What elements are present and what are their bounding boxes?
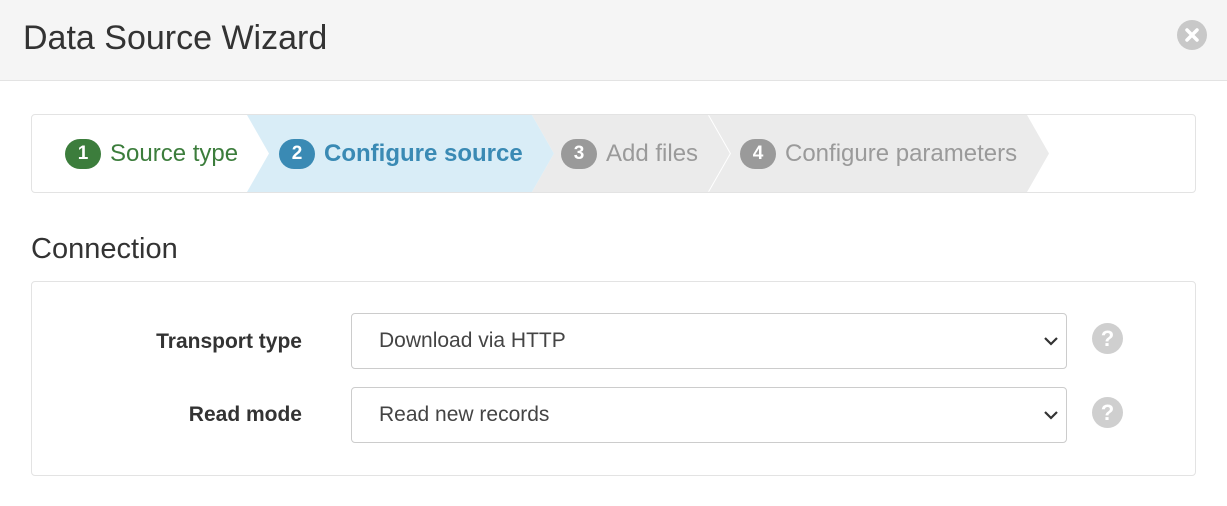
dialog-title: Data Source Wizard (23, 19, 328, 57)
transport-type-value: Download via HTTP (379, 329, 566, 352)
step-label: Configure parameters (785, 139, 1018, 167)
step-configure-source[interactable]: 2 Configure source (279, 115, 523, 192)
chevron-down-icon (1044, 337, 1058, 346)
step-label: Source type (110, 139, 239, 167)
connection-heading: Connection (31, 233, 178, 265)
read-mode-select[interactable]: Read new records (351, 387, 1067, 443)
read-mode-label: Read mode (188, 403, 302, 426)
step-number-badge: 2 (279, 138, 315, 169)
chevron-down-icon (1044, 411, 1058, 420)
close-button[interactable] (1177, 20, 1207, 50)
step-label: Add files (606, 139, 699, 167)
wizard-steps: 1 Source type 2 Configure source 3 Add f… (31, 114, 1196, 193)
close-icon (1185, 28, 1199, 42)
transport-type-label: Transport type (156, 330, 302, 353)
dialog-header: Data Source Wizard (0, 0, 1227, 81)
step-configure-parameters[interactable]: 4 Configure parameters (740, 115, 1017, 192)
transport-type-select[interactable]: Download via HTTP (351, 313, 1067, 369)
step-number-badge: 4 (740, 138, 776, 169)
step-number-badge: 1 (65, 138, 101, 169)
step-label: Configure source (324, 139, 523, 167)
transport-type-help-icon[interactable]: ? (1092, 323, 1123, 354)
read-mode-value: Read new records (379, 403, 550, 426)
step-source-type[interactable]: 1 Source type (65, 115, 238, 192)
read-mode-help-icon[interactable]: ? (1092, 397, 1123, 428)
step-add-files[interactable]: 3 Add files (561, 115, 698, 192)
step-number-badge: 3 (561, 138, 597, 169)
connection-panel: Transport type Download via HTTP ? Read … (31, 281, 1196, 476)
